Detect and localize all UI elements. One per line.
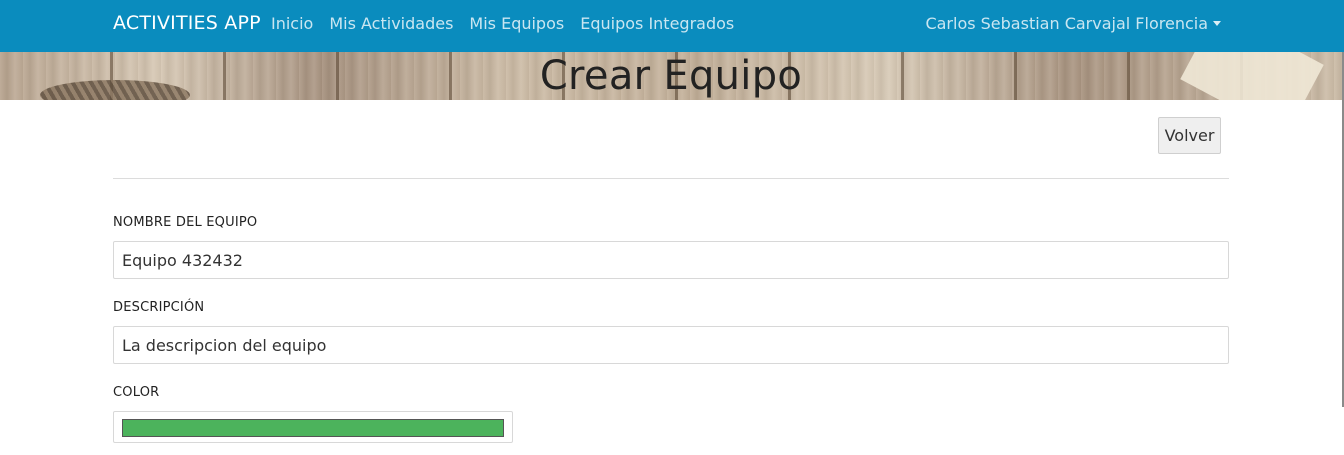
top-navbar: ACTIVITIES APP Inicio Mis Actividades Mi… bbox=[0, 0, 1344, 52]
description-input[interactable]: La descripcion del equipo bbox=[113, 326, 1229, 364]
color-label: COLOR bbox=[113, 385, 160, 400]
user-menu-dropdown[interactable]: Carlos Sebastian Carvajal Florencia bbox=[925, 14, 1221, 33]
color-picker[interactable] bbox=[113, 411, 513, 443]
divider bbox=[113, 178, 1229, 179]
team-name-label: NOMBRE DEL EQUIPO bbox=[113, 215, 258, 230]
nav-link-mis-equipos[interactable]: Mis Equipos bbox=[469, 14, 564, 33]
team-name-input[interactable]: Equipo 432432 bbox=[113, 241, 1229, 279]
back-button[interactable]: Volver bbox=[1158, 117, 1221, 154]
description-label: DESCRIPCIÓN bbox=[113, 300, 205, 315]
caret-down-icon bbox=[1213, 21, 1221, 26]
color-swatch bbox=[122, 419, 504, 437]
page-title: Crear Equipo bbox=[539, 53, 803, 99]
brand-link[interactable]: ACTIVITIES APP bbox=[113, 12, 261, 34]
nav-link-inicio[interactable]: Inicio bbox=[271, 14, 313, 33]
nav-link-mis-actividades[interactable]: Mis Actividades bbox=[329, 14, 453, 33]
nav-link-equipos-integrados[interactable]: Equipos Integrados bbox=[580, 14, 734, 33]
nav-links: Inicio Mis Actividades Mis Equipos Equip… bbox=[271, 14, 750, 33]
user-name: Carlos Sebastian Carvajal Florencia bbox=[925, 14, 1208, 33]
